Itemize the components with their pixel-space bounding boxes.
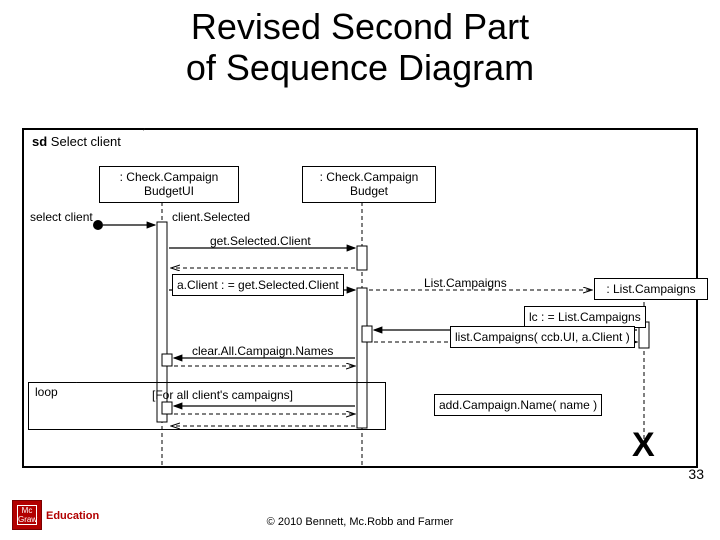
msg-clear-all: clear.All.Campaign.Names [192,344,333,358]
page-title: Revised Second Part of Sequence Diagram [0,6,720,89]
sequence-diagram-frame: sd Select client : Check.CampaignBudgetU… [22,128,698,468]
destroy-icon: X [632,426,655,465]
msg-a-client-return: a.Client : = get.Selected.Client [172,274,344,296]
msg-list-campaigns-call: list.Campaigns( ccb.UI, a.Client ) [450,326,635,348]
msg-list-campaigns: List.Campaigns [424,276,507,290]
loop-label-text: loop [35,385,58,399]
slide: Revised Second Part of Sequence Diagram … [0,0,720,540]
msg-add-campaign: add.Campaign.Name( name ) [434,394,602,416]
copyright-footer: © 2010 Bennett, Mc.Robb and Farmer [0,516,720,528]
loop-label: loop [28,382,77,401]
logo-mc: Mc [22,506,33,515]
title-line-1: Revised Second Part [191,6,529,47]
page-number: 33 [688,466,704,482]
msg-get-selected-client: get.Selected.Client [210,234,311,248]
title-line-2: of Sequence Diagram [186,47,534,88]
msg-client-selected: client.Selected [172,210,250,224]
loop-guard: [For all client's campaigns] [152,388,293,402]
